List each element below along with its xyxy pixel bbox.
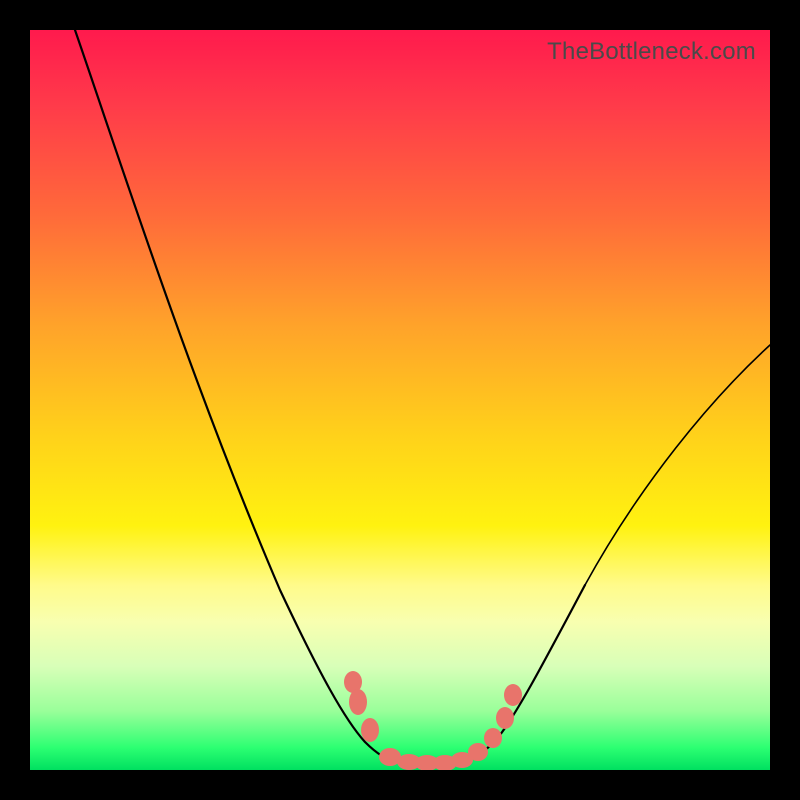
marker bbox=[349, 689, 367, 715]
plot-area: TheBottleneck.com bbox=[30, 30, 770, 770]
marker bbox=[361, 718, 379, 742]
marker bbox=[468, 743, 488, 761]
chart-frame: TheBottleneck.com bbox=[0, 0, 800, 800]
marker-group bbox=[344, 671, 522, 770]
curve-left-branch bbox=[75, 30, 400, 763]
marker bbox=[504, 684, 522, 706]
marker bbox=[484, 728, 502, 748]
curve-right-branch-upper bbox=[585, 345, 770, 585]
curve-right-branch-lower bbox=[450, 585, 585, 765]
bottleneck-curve bbox=[30, 30, 770, 770]
marker bbox=[496, 707, 514, 729]
